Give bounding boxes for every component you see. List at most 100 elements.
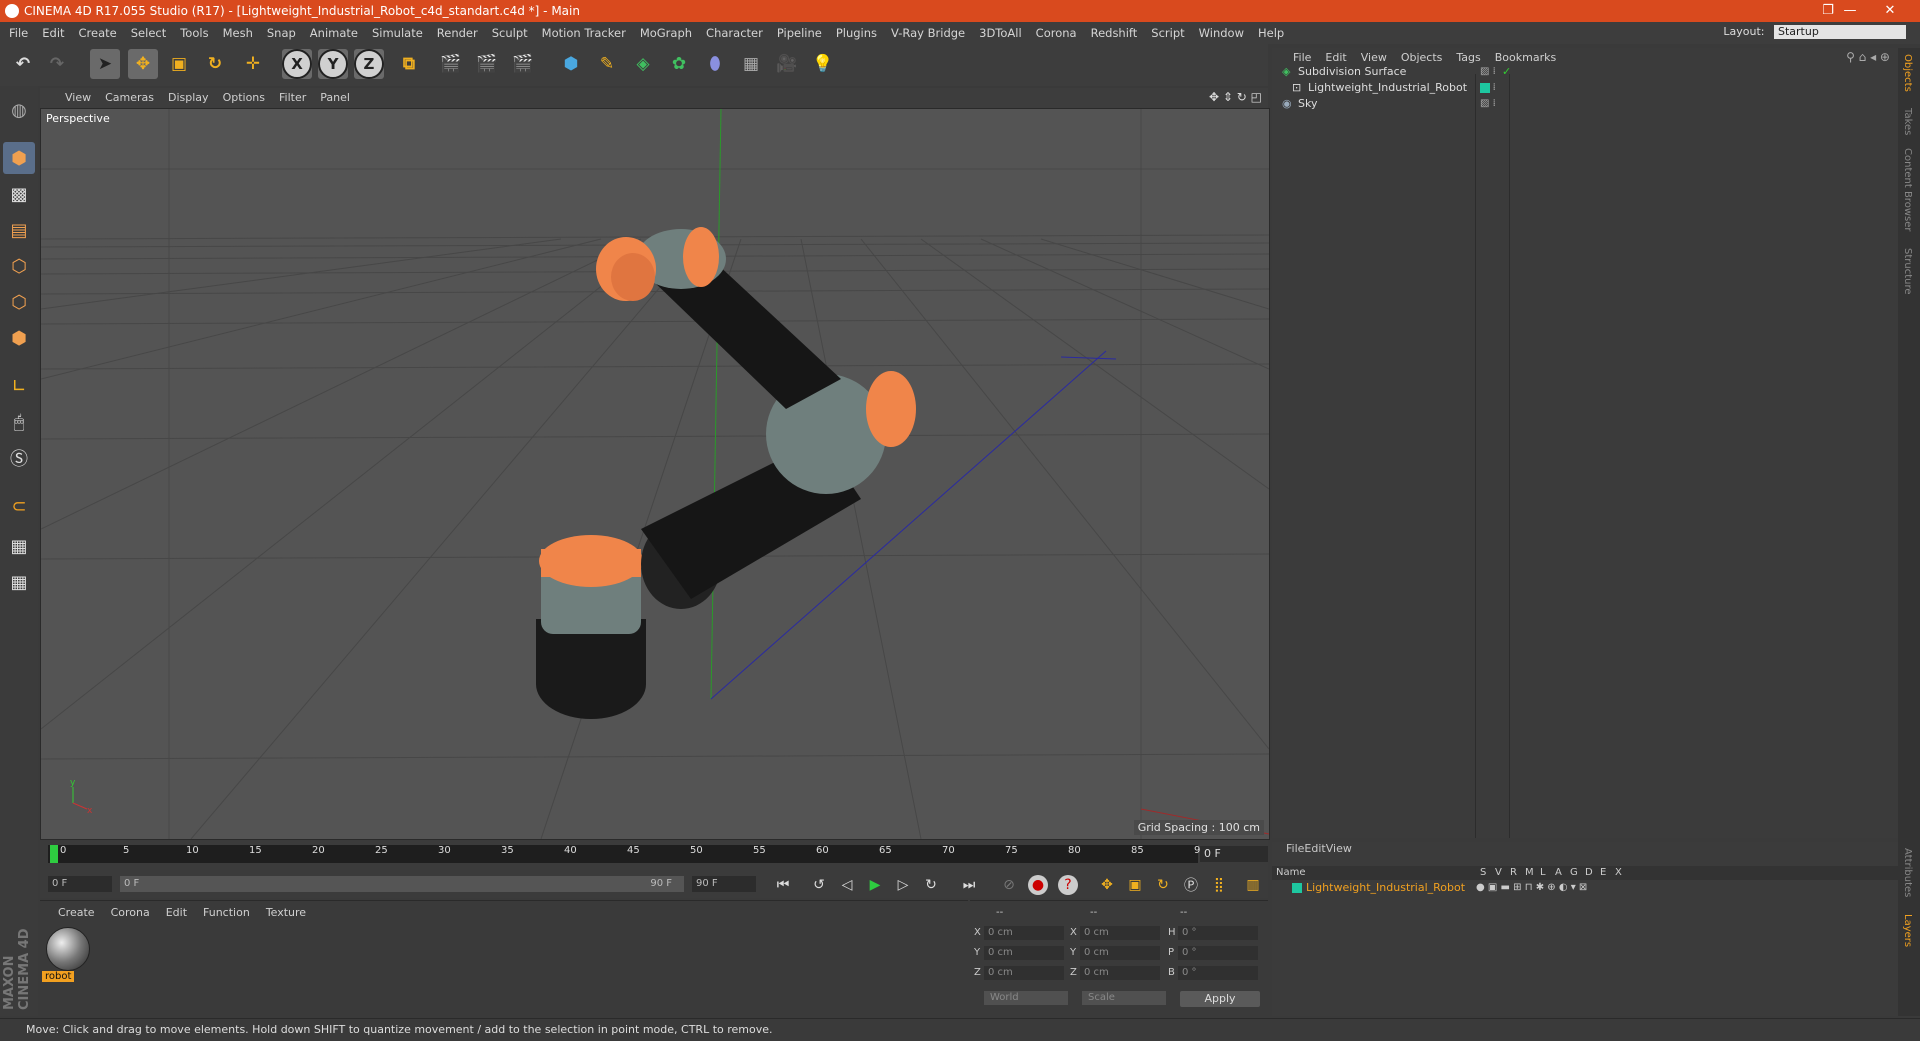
layer-name[interactable]: Lightweight_Industrial_Robot xyxy=(1306,880,1465,896)
redo-icon[interactable]: ↷ xyxy=(42,49,72,79)
menu-mograph[interactable]: MoGraph xyxy=(633,22,699,44)
subdivision-surface-icon[interactable]: ◈ xyxy=(628,49,658,79)
tab-objects[interactable]: Objects xyxy=(1902,54,1913,92)
layer-color-swatch[interactable] xyxy=(1292,883,1302,893)
key-parameter-icon[interactable]: Ⓟ xyxy=(1180,874,1202,896)
tab-structure[interactable]: Structure xyxy=(1902,248,1913,295)
coord-size-field[interactable]: 0 cm xyxy=(1080,946,1160,960)
model-mode-icon[interactable]: ⬢ xyxy=(3,142,35,174)
menu-simulate[interactable]: Simulate xyxy=(365,22,430,44)
menu-corona[interactable]: Corona xyxy=(1029,22,1084,44)
move-tool-icon[interactable]: ✥ xyxy=(128,49,158,79)
menu-edit[interactable]: Edit xyxy=(35,22,71,44)
menu-snap[interactable]: Snap xyxy=(260,22,303,44)
layer-color-tag[interactable] xyxy=(1480,83,1490,93)
object-visibility-icon[interactable]: ▨ ⁞ xyxy=(1480,94,1496,114)
tab-layers[interactable]: Layers xyxy=(1902,914,1913,947)
floor-icon[interactable]: ▦ xyxy=(736,49,766,79)
y-axis-lock-button[interactable]: Y xyxy=(318,49,348,79)
previous-key-icon[interactable]: ↺ xyxy=(808,874,830,896)
material-menu-edit[interactable]: Edit xyxy=(158,903,195,923)
material-menu-function[interactable]: Function xyxy=(195,903,258,923)
light-icon[interactable]: 💡 xyxy=(808,49,838,79)
layer-menu-file[interactable]: File xyxy=(1286,842,1304,855)
make-editable-icon[interactable]: ◍ xyxy=(3,94,35,126)
pen-spline-icon[interactable]: ✎ xyxy=(592,49,622,79)
next-frame-icon[interactable]: ▷ xyxy=(892,874,914,896)
coord-rotation-field[interactable]: 0 ° xyxy=(1178,946,1258,960)
render-settings-icon[interactable]: 🎬 xyxy=(508,49,538,79)
next-key-icon[interactable]: ↻ xyxy=(920,874,942,896)
render-picture-viewer-icon[interactable]: 🎬 xyxy=(472,49,502,79)
object-name[interactable]: Sky xyxy=(1298,94,1317,114)
coord-position-field[interactable]: 0 cm xyxy=(984,966,1064,980)
menu-motion-tracker[interactable]: Motion Tracker xyxy=(535,22,633,44)
layer-menu-edit[interactable]: Edit xyxy=(1304,842,1325,855)
axis-mode-icon[interactable]: ∟ xyxy=(3,370,35,402)
viewport-menu-display[interactable]: Display xyxy=(161,88,216,108)
start-frame-field[interactable]: 0 F xyxy=(48,876,112,892)
tab-attributes[interactable]: Attributes xyxy=(1902,848,1913,897)
z-axis-lock-button[interactable]: Z xyxy=(354,49,384,79)
play-icon[interactable]: ▶ xyxy=(864,874,886,896)
go-to-end-icon[interactable]: ⏭ xyxy=(958,874,980,896)
menu-plugins[interactable]: Plugins xyxy=(829,22,884,44)
material-thumbnail[interactable] xyxy=(46,927,90,971)
menu-select[interactable]: Select xyxy=(124,22,173,44)
points-mode-icon[interactable]: ⬡ xyxy=(3,250,35,282)
menu-v-ray-bridge[interactable]: V-Ray Bridge xyxy=(884,22,972,44)
coord-size-field[interactable]: 0 cm xyxy=(1080,926,1160,940)
layer-row[interactable]: Lightweight_Industrial_Robot ● ▣ ▬ ⊞ ⊓ ✱… xyxy=(1272,880,1898,896)
material-menu-corona[interactable]: Corona xyxy=(103,903,158,923)
apply-button[interactable]: Apply xyxy=(1180,991,1260,1007)
layer-toggle-icons[interactable]: ● ▣ ▬ ⊞ ⊓ ✱ ⊕ ◐ ▾ ⊠ xyxy=(1476,880,1587,896)
scale-tool-icon[interactable]: ▣ xyxy=(164,49,194,79)
select-tool-icon[interactable]: ➤ xyxy=(90,49,120,79)
menu-animate[interactable]: Animate xyxy=(303,22,365,44)
keyframe-mode-icon[interactable]: ⊘ xyxy=(998,874,1020,896)
workplane-icon[interactable]: ▤ xyxy=(3,214,35,246)
3d-viewport[interactable]: y x Perspective Grid Spacing : 100 cm xyxy=(40,108,1270,840)
menu-window[interactable]: Window xyxy=(1192,22,1251,44)
menu-pipeline[interactable]: Pipeline xyxy=(770,22,829,44)
previous-frame-icon[interactable]: ◁ xyxy=(836,874,858,896)
preview-range-slider[interactable]: 0 F 90 F xyxy=(120,876,684,892)
timeline-window-icon[interactable]: ▥ xyxy=(1242,874,1264,896)
tab-takes[interactable]: Takes xyxy=(1902,108,1913,135)
polygons-mode-icon[interactable]: ⬢ xyxy=(3,322,35,354)
cloner-icon[interactable]: ✿ xyxy=(664,49,694,79)
layout-dropdown[interactable]: Startup xyxy=(1774,25,1906,39)
edges-mode-icon[interactable]: ⬡ xyxy=(3,286,35,318)
coordinate-system-icon[interactable]: ⧉ xyxy=(394,49,424,79)
playhead[interactable] xyxy=(50,845,58,863)
menu-character[interactable]: Character xyxy=(699,22,770,44)
locked-workplane-icon[interactable]: ▦ xyxy=(3,530,35,562)
menu-script[interactable]: Script xyxy=(1144,22,1191,44)
menu-tools[interactable]: Tools xyxy=(173,22,215,44)
layout-selector[interactable]: Layout: Startup xyxy=(1723,25,1906,39)
menu-sculpt[interactable]: Sculpt xyxy=(485,22,535,44)
key-scale-icon[interactable]: ▣ xyxy=(1124,874,1146,896)
menu-file[interactable]: File xyxy=(2,22,35,44)
coord-position-field[interactable]: 0 cm xyxy=(984,946,1064,960)
rotate-tool-icon[interactable]: ↻ xyxy=(200,49,230,79)
viewport-menu-cameras[interactable]: Cameras xyxy=(98,88,161,108)
object-row[interactable]: ◉ Sky ▨ ⁞ xyxy=(1272,94,1898,114)
texture-mode-icon[interactable]: ▩ xyxy=(3,178,35,210)
autokey-icon[interactable]: ? xyxy=(1058,875,1078,895)
viewport-menu-filter[interactable]: Filter xyxy=(272,88,313,108)
current-frame-field[interactable]: 0 F xyxy=(1200,846,1268,862)
layer-menu-view[interactable]: View xyxy=(1326,842,1352,855)
planar-workplane-icon[interactable]: ▦ xyxy=(3,566,35,598)
key-position-icon[interactable]: ✥ xyxy=(1096,874,1118,896)
tweak-mode-icon[interactable]: 🖱 xyxy=(3,406,35,438)
x-axis-lock-button[interactable]: X xyxy=(282,49,312,79)
menu-help[interactable]: Help xyxy=(1251,22,1291,44)
menu-3dtoall[interactable]: 3DToAll xyxy=(972,22,1029,44)
go-to-start-icon[interactable]: ⏮ xyxy=(772,874,794,896)
viewport-menu-view[interactable]: View xyxy=(58,88,98,108)
viewport-nav-icons[interactable]: ✥ ⇕ ↻ ◰ xyxy=(1209,90,1262,104)
camera-icon[interactable]: 🎥 xyxy=(772,49,802,79)
material-menu-create[interactable]: Create xyxy=(50,903,103,923)
magnet-icon[interactable]: ⊂ xyxy=(3,490,35,522)
